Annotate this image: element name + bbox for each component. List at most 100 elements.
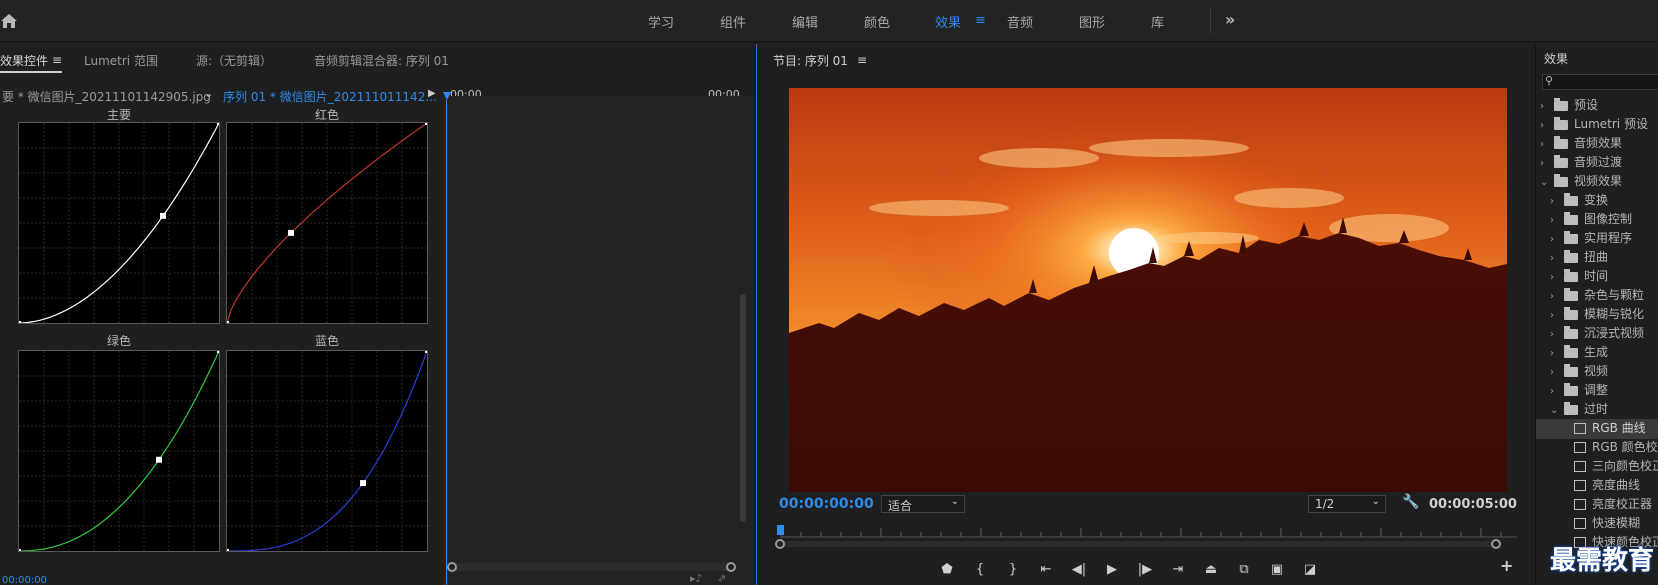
master-clip-name[interactable]: 要 * 微信图片_20211101142905.jpg (2, 88, 211, 105)
chevron-right-icon[interactable]: › (1550, 386, 1564, 397)
effects-tree-item[interactable]: ⌄ 过时 (1536, 400, 1658, 420)
chevron-right-icon[interactable]: › (1550, 348, 1564, 359)
tab-effect-controls[interactable]: 效果控件 (0, 52, 48, 69)
chevron-right-icon[interactable]: › (1540, 139, 1554, 150)
chevron-right-icon[interactable]: › (1540, 158, 1554, 169)
vertical-scrollbar[interactable] (740, 294, 746, 522)
more-workspaces-icon[interactable]: » (1225, 10, 1235, 29)
chevron-right-icon[interactable]: › (1540, 101, 1554, 112)
green-curve-graph[interactable] (18, 350, 220, 552)
tab-audio-clip-mixer[interactable]: 音频剪辑混合器: 序列 01 (314, 52, 449, 69)
effects-tree-item[interactable]: › 图像控制 (1536, 210, 1658, 230)
tab-audio[interactable]: 音频 (1007, 12, 1033, 31)
zoom-handle-right[interactable] (1491, 539, 1501, 549)
chevron-down-icon[interactable]: ⌄ (1550, 405, 1564, 416)
effects-panel-title[interactable]: 效果 (1544, 50, 1568, 67)
red-curve-graph[interactable] (226, 122, 428, 324)
effects-tree-item[interactable]: › 调整 (1536, 381, 1658, 401)
effects-tree-item[interactable]: › 沉浸式视频 (1536, 324, 1658, 344)
go-to-out-icon[interactable]: ⇥ (1168, 562, 1188, 577)
camera-icon[interactable]: ▣ (1267, 562, 1287, 577)
master-curve-graph[interactable] (18, 122, 220, 324)
effects-tree-item[interactable]: › 生成 (1536, 343, 1658, 363)
horizontal-scrollbar[interactable] (448, 563, 736, 571)
effects-tree-item[interactable]: › 模糊与锐化 (1536, 305, 1658, 325)
tab-effects[interactable]: 效果 (935, 12, 961, 31)
sequence-clip-name[interactable]: 序列 01 * 微信图片_202111011142... (223, 88, 437, 105)
effects-tree-item[interactable]: › 时间 (1536, 267, 1658, 287)
tab-color[interactable]: 颜色 (864, 12, 890, 31)
lift-icon[interactable]: ⏏ (1201, 562, 1221, 577)
current-timecode[interactable]: 00:00:00:00 (779, 496, 874, 512)
tab-graphics[interactable]: 图形 (1079, 12, 1105, 31)
filter-icon[interactable]: ▸♪ (690, 572, 703, 585)
tab-editing[interactable]: 编辑 (792, 12, 818, 31)
tab-learn[interactable]: 学习 (648, 12, 674, 31)
effects-tree-item[interactable]: 亮度曲线 (1536, 476, 1658, 496)
home-icon[interactable] (0, 12, 18, 30)
effects-tree-item[interactable]: › 预设 (1536, 96, 1658, 116)
play-icon[interactable]: ▶ (1102, 562, 1122, 577)
effects-tree-item[interactable]: › 音频效果 (1536, 134, 1658, 154)
effects-tree-item[interactable]: › Lumetri 预设 (1536, 115, 1658, 135)
mark-in-icon[interactable]: { (970, 562, 990, 577)
add-marker-icon[interactable]: ⬟ (937, 562, 957, 577)
mark-out-icon[interactable]: } (1003, 562, 1023, 577)
play-triangle-icon[interactable]: ▶ (428, 88, 436, 99)
effects-tree-item[interactable]: 快速模糊 (1536, 514, 1658, 534)
scroll-handle-left[interactable] (447, 562, 457, 572)
compare-view-icon[interactable]: ◪ (1300, 562, 1320, 577)
step-back-icon[interactable]: ◀| (1069, 562, 1089, 577)
effects-tree-item[interactable]: › 杂色与颗粒 (1536, 286, 1658, 306)
zoom-scrollbar[interactable] (779, 541, 1497, 547)
effects-tree-item[interactable]: 亮度校正器 (1536, 495, 1658, 515)
effects-tree-item[interactable]: ⌄ 视频效果 (1536, 172, 1658, 192)
effect-timeline-area[interactable] (443, 96, 753, 585)
tab-libraries[interactable]: 库 (1151, 12, 1164, 31)
go-to-in-icon[interactable]: ⇤ (1036, 562, 1056, 577)
folder-icon (1564, 287, 1578, 301)
scroll-handle-right[interactable] (726, 562, 736, 572)
chevron-right-icon[interactable]: › (1550, 253, 1564, 264)
program-video-frame[interactable] (789, 88, 1507, 492)
effects-tree-item[interactable]: › 音频过渡 (1536, 153, 1658, 173)
effects-tree-item[interactable]: RGB 颜色校正器 (1536, 438, 1658, 458)
export-icon[interactable]: ⇗ (717, 572, 726, 585)
current-time-display[interactable]: 00:00:00 (2, 575, 47, 585)
effects-tree-item[interactable]: › 变换 (1536, 191, 1658, 211)
chevron-right-icon[interactable]: › (1550, 310, 1564, 321)
wrench-icon[interactable]: 🔧 (1402, 494, 1419, 510)
chevron-down-icon[interactable]: ⌄ (1540, 177, 1554, 188)
effects-tree-item[interactable]: › 视频 (1536, 362, 1658, 382)
panel-menu-icon[interactable]: ≡ (52, 53, 62, 67)
chevron-right-icon[interactable]: › (1550, 272, 1564, 283)
step-forward-icon[interactable]: |▶ (1135, 562, 1155, 577)
chevron-right-icon[interactable]: › (1550, 329, 1564, 340)
workspace-menu-icon[interactable]: ≡ (975, 13, 986, 28)
chevron-right-icon[interactable]: › (1550, 234, 1564, 245)
chevron-right-icon[interactable]: › (1550, 291, 1564, 302)
fit-dropdown[interactable]: 适合 ⌄ (881, 495, 965, 513)
tab-source[interactable]: 源:（无剪辑） (196, 52, 272, 69)
monitor-playhead[interactable] (777, 525, 784, 535)
blue-curve-graph[interactable] (226, 350, 428, 552)
chevron-down-icon[interactable]: ⌄ (204, 87, 213, 100)
effects-tree-item[interactable]: 三向颜色校正器 (1536, 457, 1658, 477)
chevron-right-icon[interactable]: › (1550, 215, 1564, 226)
extract-icon[interactable]: ⧉ (1234, 562, 1254, 577)
monitor-time-ruler[interactable] (777, 522, 1517, 542)
resolution-dropdown[interactable]: 1/2 ⌄ (1308, 495, 1386, 513)
program-menu-icon[interactable]: ≡ (857, 53, 867, 67)
chevron-right-icon[interactable]: › (1540, 120, 1554, 131)
chevron-right-icon[interactable]: › (1550, 367, 1564, 378)
zoom-handle-left[interactable] (775, 539, 785, 549)
add-button-icon[interactable]: + (1500, 556, 1513, 575)
tab-assembly[interactable]: 组件 (720, 12, 746, 31)
tab-lumetri-scopes[interactable]: Lumetri 范围 (84, 52, 158, 69)
program-monitor-title[interactable]: 节目: 序列 01 (773, 52, 848, 69)
effects-tree-item[interactable]: › 实用程序 (1536, 229, 1658, 249)
effects-search-input[interactable]: ⚲ (1542, 74, 1658, 90)
chevron-right-icon[interactable]: › (1550, 196, 1564, 207)
effects-tree-item[interactable]: › 扭曲 (1536, 248, 1658, 268)
effects-tree-item[interactable]: RGB 曲线 (1536, 419, 1658, 439)
